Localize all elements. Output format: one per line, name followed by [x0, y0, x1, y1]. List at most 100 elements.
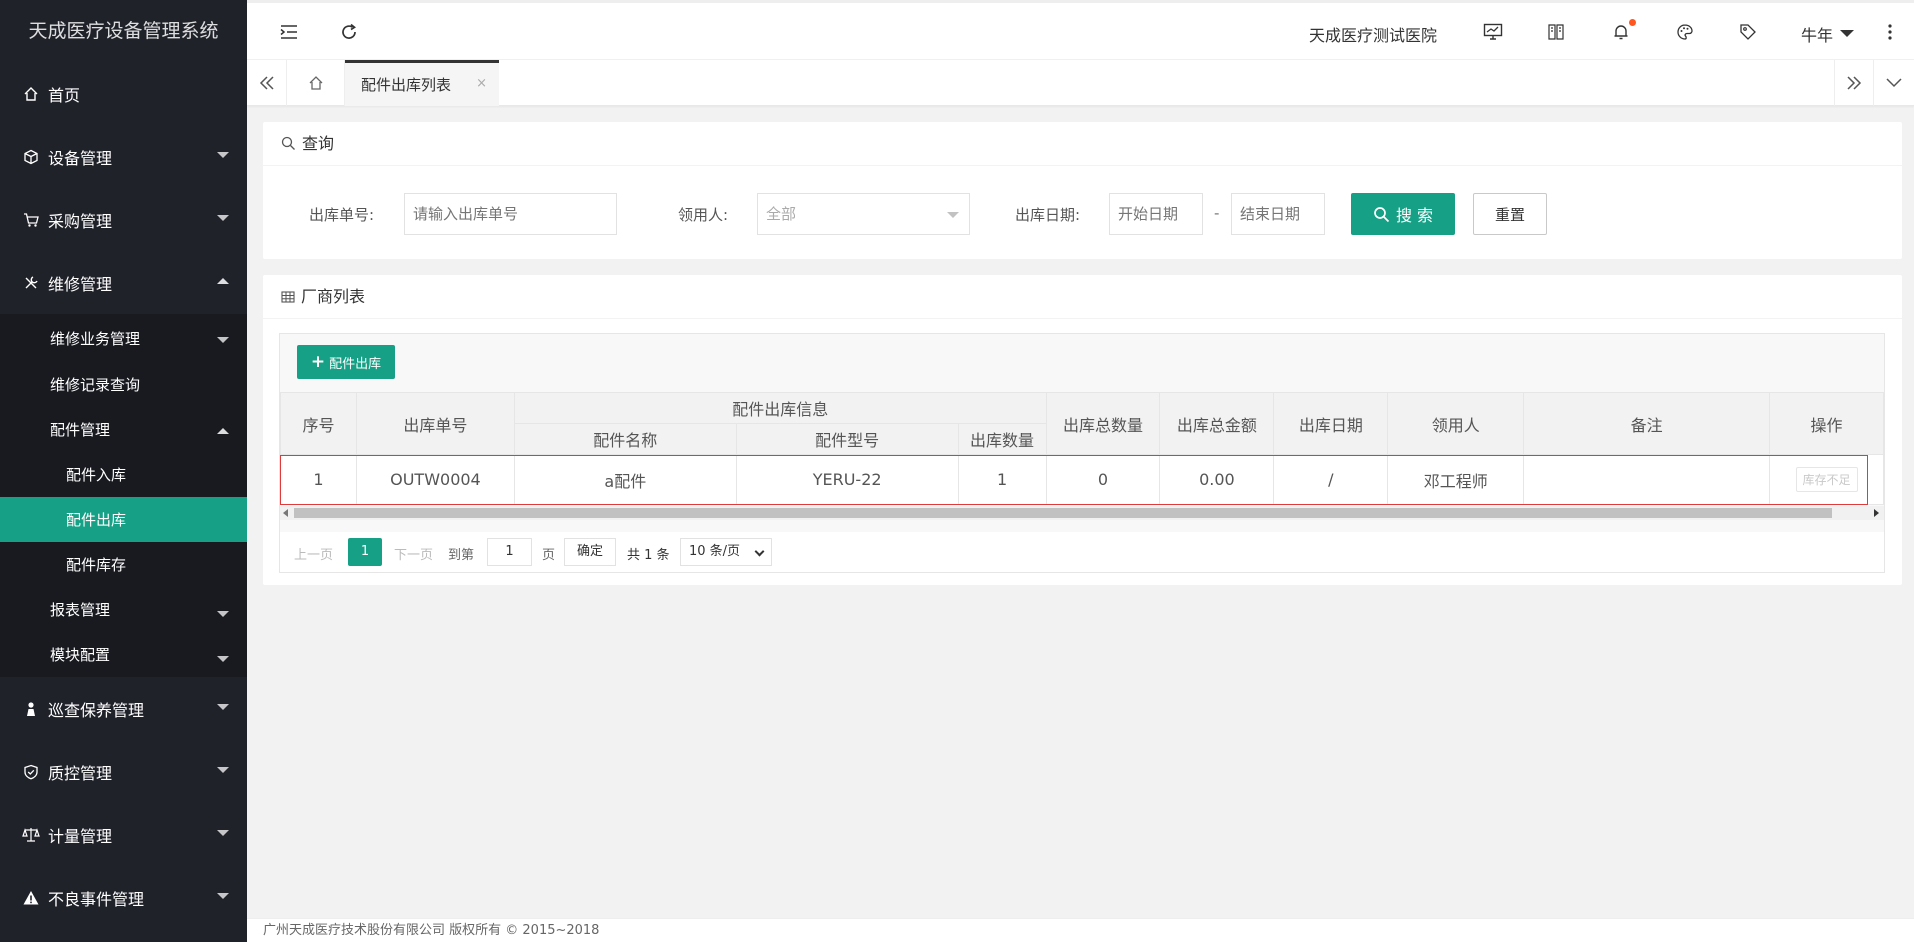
page-confirm-button[interactable]: 确定: [564, 538, 616, 566]
page-number-input[interactable]: 1: [487, 538, 532, 566]
tabs-menu-chevron-down-icon[interactable]: [1874, 60, 1914, 106]
reset-button[interactable]: 重置: [1473, 193, 1547, 235]
sidebar-item-label: 配件入库: [66, 466, 127, 484]
sidebar-item-home[interactable]: 首页: [0, 62, 247, 125]
list-title-text: 厂商列表: [301, 286, 366, 306]
cell-date: /: [1273, 454, 1389, 505]
home-icon: [22, 85, 40, 103]
sidebar-item-quality[interactable]: 质控管理: [0, 740, 247, 803]
cell-receiver: 邓工程师: [1387, 454, 1525, 505]
col-header-total-amount: 出库总金额: [1159, 392, 1275, 455]
stock-insufficient-button[interactable]: 库存不足: [1795, 467, 1858, 492]
user-name[interactable]: 牛年: [1801, 22, 1833, 46]
plus-icon: +: [310, 351, 326, 372]
search-button[interactable]: 搜 索: [1351, 193, 1455, 235]
col-header-index: 序号: [280, 392, 357, 455]
book-icon[interactable]: [1543, 19, 1569, 45]
col-header-order-no: 出库单号: [355, 392, 515, 455]
cell-total-amount: 0.00: [1159, 454, 1275, 505]
chevron-down-icon: [217, 893, 229, 899]
search-icon: [281, 136, 296, 151]
query-card-title: 查询: [263, 122, 1902, 166]
refresh-icon[interactable]: [336, 19, 362, 45]
sidebar-item-metering[interactable]: 计量管理: [0, 803, 247, 866]
col-header-qty: 出库数量: [957, 423, 1047, 455]
order-no-label: 出库单号:: [309, 206, 375, 224]
scroll-left-arrow-icon[interactable]: [283, 509, 288, 517]
order-no-input[interactable]: [404, 193, 617, 235]
user-dropdown-icon[interactable]: [1840, 30, 1854, 37]
goto-label: 到第: [448, 548, 475, 563]
sidebar-item-repair-business[interactable]: 维修业务管理: [0, 314, 247, 362]
sidebar-item-label: 计量管理: [48, 826, 113, 846]
next-page-button[interactable]: 下一页: [394, 544, 433, 563]
list-card-title: 厂商列表: [263, 275, 1902, 319]
sidebar-item-equipment[interactable]: 设备管理: [0, 125, 247, 188]
sidebar-item-label: 配件出库: [66, 511, 127, 529]
menu-collapse-icon[interactable]: [276, 19, 302, 45]
tabs-scroll-left-icon[interactable]: [247, 60, 287, 106]
page-1-button[interactable]: 1: [348, 538, 382, 566]
sidebar-item-inspection[interactable]: 巡查保养管理: [0, 677, 247, 740]
sidebar-item-repair-records[interactable]: 维修记录查询: [0, 362, 247, 407]
chevron-down-icon: [217, 656, 229, 662]
sidebar: 天成医疗设备管理系统 首页 设备管理 采购管理 维修管理 维修业务管理 维修记录…: [0, 0, 247, 942]
scrollbar-thumb[interactable]: [294, 508, 1832, 518]
cell-action: 库存不足: [1769, 454, 1884, 505]
sidebar-item-label: 配件库存: [66, 556, 127, 574]
scroll-right-arrow-icon[interactable]: [1874, 509, 1879, 517]
receiver-select[interactable]: 全部: [757, 193, 970, 235]
tools-icon: [22, 274, 40, 292]
end-date-input[interactable]: [1231, 193, 1325, 235]
tabs-scroll-right-icon[interactable]: [1834, 60, 1874, 106]
add-parts-out-button[interactable]: + 配件出库: [297, 345, 395, 379]
chevron-down-icon: [217, 767, 229, 773]
chevron-down-icon: [217, 830, 229, 836]
table-row[interactable]: 1 OUTW0004 a配件 YERU-22 1 0 0.00 / 邓工程师 库…: [280, 454, 1884, 505]
sidebar-item-parts[interactable]: 配件管理: [0, 407, 247, 452]
prev-page-button[interactable]: 上一页: [294, 544, 333, 563]
col-header-date: 出库日期: [1273, 392, 1389, 455]
cube-icon: [22, 148, 40, 166]
receiver-label: 领用人:: [678, 206, 729, 224]
search-button-label: 搜 索: [1395, 206, 1434, 225]
more-vertical-icon[interactable]: [1877, 19, 1903, 45]
search-icon: [1373, 206, 1390, 223]
copyright-text: 广州天成医疗技术股份有限公司 版权所有 © 2015~2018: [263, 923, 600, 938]
sidebar-item-parts-stock[interactable]: 配件库存: [0, 542, 247, 587]
sidebar-item-report[interactable]: 报表管理: [0, 587, 247, 632]
col-header-part-name: 配件名称: [513, 423, 737, 455]
cell-part-name: a配件: [513, 454, 737, 505]
bell-icon[interactable]: [1608, 19, 1636, 45]
date-range-separator: -: [1214, 204, 1220, 222]
horizontal-scrollbar[interactable]: [280, 506, 1884, 520]
table-container: + 配件出库 序号 出库单号 配件出库信息 出库总数量 出库总金额 出库日期 领…: [279, 333, 1885, 573]
tab-home-icon[interactable]: [287, 60, 345, 106]
sidebar-item-parts-in[interactable]: 配件入库: [0, 452, 247, 497]
page-size-select[interactable]: 10 条/页: [680, 538, 772, 566]
cart-icon: [22, 211, 40, 229]
tag-icon[interactable]: [1735, 19, 1761, 45]
date-label: 出库日期:: [1015, 206, 1081, 224]
cell-remark: [1523, 454, 1771, 505]
app-logo-title: 天成医疗设备管理系统: [28, 20, 219, 42]
close-icon[interactable]: ×: [476, 76, 487, 91]
sidebar-item-parts-out[interactable]: 配件出库: [0, 497, 247, 542]
sidebar-item-adverse[interactable]: 不良事件管理: [0, 866, 247, 929]
sidebar-item-repair[interactable]: 维修管理: [0, 251, 247, 314]
hospital-name: 天成医疗测试医院: [1309, 26, 1438, 45]
monitor-icon[interactable]: [1480, 19, 1506, 45]
cell-total-qty: 0: [1045, 454, 1161, 505]
tabs-bar: 配件出库列表 ×: [247, 60, 1914, 106]
tab-parts-out-list[interactable]: 配件出库列表 ×: [345, 60, 499, 106]
top-header: 天成医疗测试医院 牛年: [247, 0, 1914, 60]
palette-icon[interactable]: [1672, 19, 1698, 45]
start-date-input[interactable]: [1109, 193, 1203, 235]
cell-qty: 1: [957, 454, 1047, 505]
sidebar-item-label: 首页: [48, 85, 81, 105]
scale-icon: [22, 826, 40, 844]
sidebar-item-label: 报表管理: [50, 601, 111, 619]
sidebar-item-purchase[interactable]: 采购管理: [0, 188, 247, 251]
sidebar-item-module[interactable]: 模块配置: [0, 632, 247, 677]
sidebar-item-label: 维修管理: [48, 274, 113, 294]
